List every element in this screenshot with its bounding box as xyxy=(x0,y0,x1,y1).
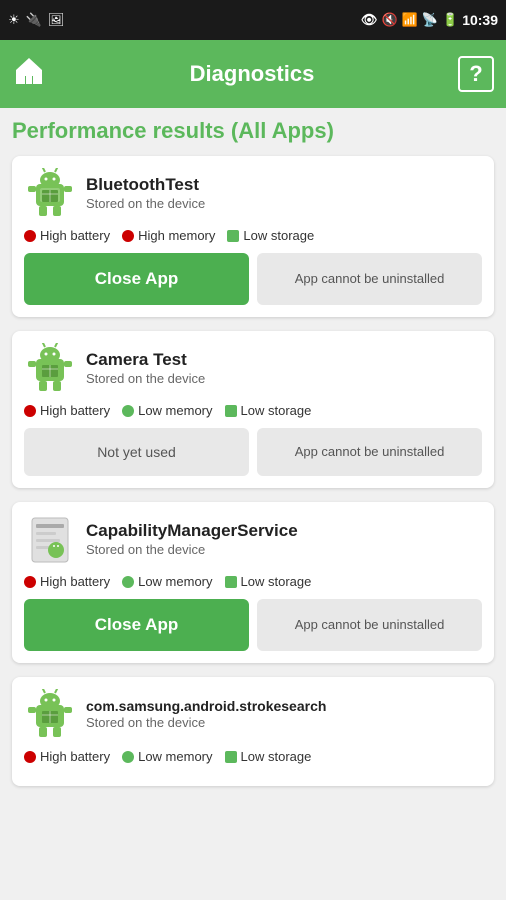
time-display: 10:39 xyxy=(462,12,498,28)
metric-memory-capability: Low memory xyxy=(122,574,212,589)
battery-dot-capability xyxy=(24,576,36,588)
battery-dot-strokesearch xyxy=(24,751,36,763)
storage-dot xyxy=(227,230,239,242)
app-info-strokesearch: com.samsung.android.strokesearch Stored … xyxy=(86,698,326,732)
metric-storage: Low storage xyxy=(227,228,314,243)
app-icon-camera xyxy=(24,343,76,395)
app-card-bluetooth: BluetoothTest Stored on the device High … xyxy=(12,156,494,317)
storage-label-strokesearch: Low storage xyxy=(241,749,312,764)
memory-label-camera: Low memory xyxy=(138,403,212,418)
main-content: Performance results (All Apps) xyxy=(0,108,506,810)
app-card-strokesearch: com.samsung.android.strokesearch Stored … xyxy=(12,677,494,786)
app-actions-capability: Close App App cannot be uninstalled xyxy=(24,599,482,651)
app-name-camera: Camera Test xyxy=(86,350,205,370)
app-header-bluetooth: BluetoothTest Stored on the device xyxy=(24,168,482,220)
memory-dot xyxy=(122,230,134,242)
cannot-uninstall-button-camera: App cannot be uninstalled xyxy=(257,428,482,476)
app-card-camera: Camera Test Stored on the device High ba… xyxy=(12,331,494,488)
app-icon-bluetooth xyxy=(24,168,76,220)
app-name-capability: CapabilityManagerService xyxy=(86,521,298,541)
app-header-camera: Camera Test Stored on the device xyxy=(24,343,482,395)
help-icon[interactable]: ? xyxy=(458,56,494,92)
metric-battery-capability: High battery xyxy=(24,574,110,589)
metric-battery: High battery xyxy=(24,228,110,243)
app-metrics-capability: High battery Low memory Low storage xyxy=(24,574,482,589)
page-title: Performance results (All Apps) xyxy=(12,118,494,144)
metric-battery-camera: High battery xyxy=(24,403,110,418)
app-metrics-camera: High battery Low memory Low storage xyxy=(24,403,482,418)
nav-bar: Diagnostics ? xyxy=(0,40,506,108)
battery-dot xyxy=(24,230,36,242)
memory-label: High memory xyxy=(138,228,215,243)
battery-dot-camera xyxy=(24,405,36,417)
battery-label-camera: High battery xyxy=(40,403,110,418)
app-name-bluetooth: BluetoothTest xyxy=(86,175,205,195)
app-metrics-bluetooth: High battery High memory Low storage xyxy=(24,228,482,243)
app-info-camera: Camera Test Stored on the device xyxy=(86,350,205,388)
metric-battery-strokesearch: High battery xyxy=(24,749,110,764)
battery-label-capability: High battery xyxy=(40,574,110,589)
metric-memory-strokesearch: Low memory xyxy=(122,749,212,764)
home-icon[interactable] xyxy=(12,54,46,95)
eye-icon: 👁 xyxy=(361,12,378,28)
image-icon: 🖼 xyxy=(48,12,65,28)
app-icon-capability xyxy=(24,514,76,566)
app-name-strokesearch: com.samsung.android.strokesearch xyxy=(86,698,326,714)
metric-storage-camera: Low storage xyxy=(225,403,312,418)
app-actions-camera: Not yet used App cannot be uninstalled xyxy=(24,428,482,476)
battery-icon: 🔋 xyxy=(442,12,458,28)
sun-icon: ☀ xyxy=(8,12,20,28)
storage-dot-camera xyxy=(225,405,237,417)
memory-dot-strokesearch xyxy=(122,751,134,763)
app-subtitle-capability: Stored on the device xyxy=(86,542,205,557)
app-subtitle-strokesearch: Stored on the device xyxy=(86,715,205,730)
mute-icon: 🔇 xyxy=(381,12,397,28)
app-subtitle-camera: Stored on the device xyxy=(86,371,205,386)
cannot-uninstall-button-capability: App cannot be uninstalled xyxy=(257,599,482,651)
battery-label-strokesearch: High battery xyxy=(40,749,110,764)
not-used-button-camera[interactable]: Not yet used xyxy=(24,428,249,476)
app-header-capability: CapabilityManagerService Stored on the d… xyxy=(24,514,482,566)
memory-label-capability: Low memory xyxy=(138,574,212,589)
status-bar: ☀ 🔌 🖼 👁 🔇 📶 📡 🔋 10:39 xyxy=(0,0,506,40)
memory-label-strokesearch: Low memory xyxy=(138,749,212,764)
app-card-capability: CapabilityManagerService Stored on the d… xyxy=(12,502,494,663)
storage-label-capability: Low storage xyxy=(241,574,312,589)
nav-title: Diagnostics xyxy=(190,61,315,87)
storage-label-camera: Low storage xyxy=(241,403,312,418)
metric-storage-capability: Low storage xyxy=(225,574,312,589)
app-icon-strokesearch xyxy=(24,689,76,741)
app-info-bluetooth: BluetoothTest Stored on the device xyxy=(86,175,205,213)
signal-icon: 📡 xyxy=(422,12,438,28)
storage-dot-strokesearch xyxy=(225,751,237,763)
memory-dot-camera xyxy=(122,405,134,417)
metric-memory-camera: Low memory xyxy=(122,403,212,418)
app-info-capability: CapabilityManagerService Stored on the d… xyxy=(86,521,298,559)
status-bar-right: 👁 🔇 📶 📡 🔋 10:39 xyxy=(361,12,498,28)
metric-memory: High memory xyxy=(122,228,215,243)
memory-dot-capability xyxy=(122,576,134,588)
storage-dot-capability xyxy=(225,576,237,588)
battery-label: High battery xyxy=(40,228,110,243)
wifi-icon: 📶 xyxy=(402,12,418,28)
metric-storage-strokesearch: Low storage xyxy=(225,749,312,764)
cannot-uninstall-button-bluetooth: App cannot be uninstalled xyxy=(257,253,482,305)
app-metrics-strokesearch: High battery Low memory Low storage xyxy=(24,749,482,764)
app-header-strokesearch: com.samsung.android.strokesearch Stored … xyxy=(24,689,482,741)
close-app-button-capability[interactable]: Close App xyxy=(24,599,249,651)
storage-label: Low storage xyxy=(243,228,314,243)
status-bar-icons: ☀ 🔌 🖼 xyxy=(8,12,64,28)
close-app-button-bluetooth[interactable]: Close App xyxy=(24,253,249,305)
usb-icon: 🔌 xyxy=(26,12,42,28)
app-actions-bluetooth: Close App App cannot be uninstalled xyxy=(24,253,482,305)
app-subtitle-bluetooth: Stored on the device xyxy=(86,196,205,211)
